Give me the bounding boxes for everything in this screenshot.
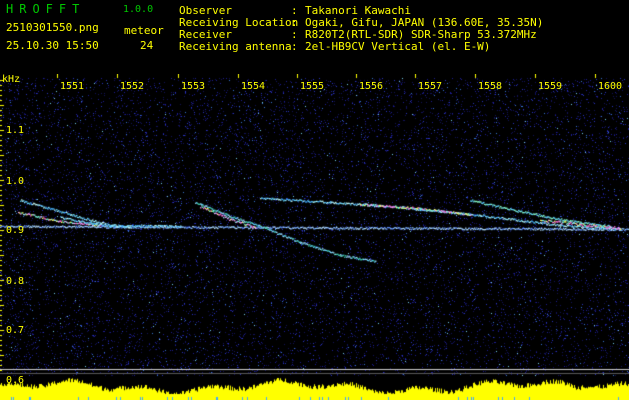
y-unit-label: kHz <box>2 74 21 85</box>
y-tick-label: 1.1 <box>6 125 25 136</box>
info-separator: : <box>291 40 305 53</box>
y-tick-label: 0.8 <box>6 276 25 287</box>
x-tick-label: 1552 <box>120 81 145 92</box>
x-tick-label: 1551 <box>60 81 85 92</box>
y-tick-label: 1.0 <box>6 176 25 187</box>
info-antenna: Receiving antenna: 2el-HB9CV Vertical (e… <box>179 41 490 53</box>
info-key: Receiving antenna <box>179 40 292 53</box>
y-tick-label: 0.6 <box>6 375 25 386</box>
y-tick-label: 0.9 <box>6 225 25 236</box>
meteor-count: 24 <box>140 39 154 52</box>
x-tick-label: 1553 <box>181 81 206 92</box>
app-version: 1.0.0 <box>123 4 154 15</box>
x-tick-label: 1555 <box>300 81 325 92</box>
x-tick-label: 1558 <box>478 81 503 92</box>
app-title: HROFFT <box>6 2 86 16</box>
y-tick-label: 0.7 <box>6 325 25 336</box>
header-panel: HROFFT 1.0.0 2510301550.png meteor 25.10… <box>0 0 629 74</box>
x-tick-label: 1600 <box>598 81 623 92</box>
info-value: 2el-HB9CV Vertical (el. E-W) <box>305 40 491 53</box>
meteor-label: meteor <box>124 24 164 37</box>
timestamp: 25.10.30 15:50 <box>6 39 99 52</box>
x-tick-label: 1556 <box>359 81 384 92</box>
x-tick-label: 1559 <box>538 81 563 92</box>
spectrogram <box>0 74 629 400</box>
x-tick-label: 1557 <box>418 81 443 92</box>
file-name: 2510301550.png <box>6 21 99 34</box>
x-tick-label: 1554 <box>241 81 266 92</box>
